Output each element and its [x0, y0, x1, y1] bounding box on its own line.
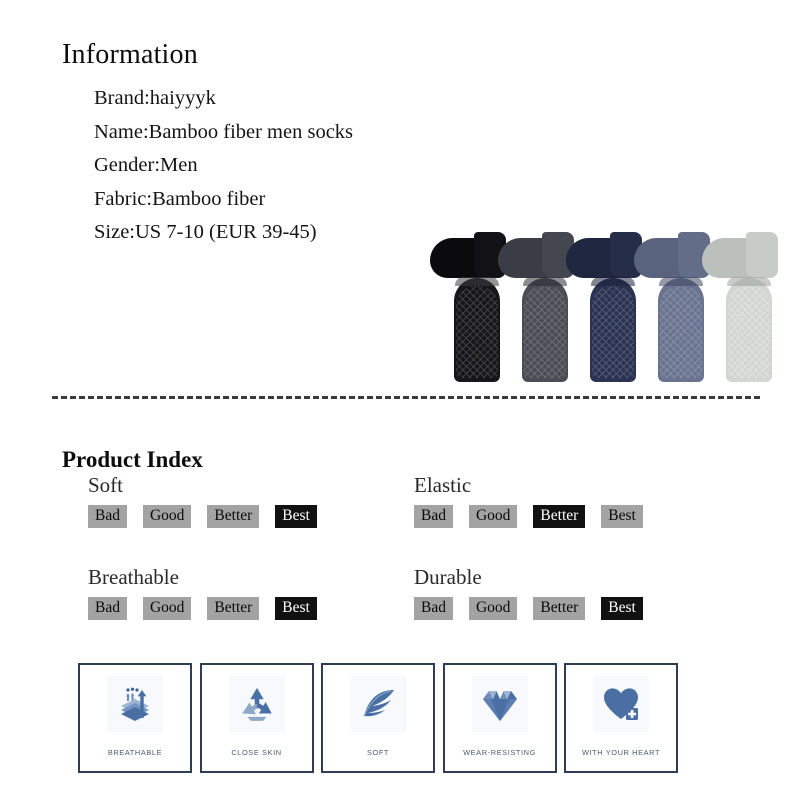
feature-label-wear-resisting: WEAR-RESISTING: [463, 748, 536, 757]
index-title-soft: Soft: [88, 473, 124, 497]
breathable-layers-icon: [107, 676, 163, 732]
feather-icon: [350, 676, 406, 732]
index-item-soft: Soft Bad Good Better Best: [88, 473, 418, 528]
feature-label-with-your-heart: WITH YOUR HEART: [581, 748, 661, 757]
product-index-grid: Soft Bad Good Better Best Elastic Bad Go…: [0, 473, 800, 657]
index-chip-soft-best[interactable]: Best: [275, 505, 317, 528]
recycle-icon: [228, 676, 285, 732]
heart-plus-icon: [593, 676, 649, 732]
info-line-brand: Brand:haiyyyk: [94, 87, 216, 109]
feature-card-wear-resisting[interactable]: WEAR-RESISTING: [442, 663, 557, 773]
index-scale-durable: Bad Good Better Best: [414, 597, 744, 620]
info-line-size: Size:US 7-10 (EUR 39-45): [94, 221, 317, 243]
index-scale-elastic: Bad Good Better Best: [414, 505, 744, 528]
index-chip-durable-better[interactable]: Better: [533, 597, 586, 620]
index-chip-elastic-best[interactable]: Best: [601, 505, 643, 528]
information-list: Brand:haiyyyk Name:Bamboo fiber men sock…: [94, 82, 434, 250]
index-chip-breathable-best[interactable]: Best: [275, 597, 317, 620]
index-chip-elastic-good[interactable]: Good: [468, 505, 518, 528]
feature-cards-row: BREATHABLE CLOSE SKIN SOFT WEAR-RESISTIN…: [78, 663, 678, 775]
feature-card-breathable[interactable]: BREATHABLE: [78, 663, 192, 773]
index-chip-durable-best[interactable]: Best: [601, 597, 643, 620]
dashed-divider: [52, 396, 760, 399]
feature-card-soft[interactable]: SOFT: [321, 663, 435, 773]
index-scale-soft: Bad Good Better Best: [88, 505, 418, 528]
information-heading: Information: [62, 38, 198, 70]
info-line-fabric: Fabric:Bamboo fiber: [94, 187, 266, 210]
product-photo-socks: [424, 112, 778, 382]
feature-label-close-skin: CLOSE SKIN: [231, 748, 282, 757]
index-chip-durable-good[interactable]: Good: [468, 597, 518, 620]
feature-card-close-skin[interactable]: CLOSE SKIN: [199, 663, 314, 773]
index-chip-elastic-better[interactable]: Better: [533, 505, 586, 528]
index-item-elastic: Elastic Bad Good Better Best: [414, 473, 744, 528]
index-title-breathable: Breathable: [88, 565, 179, 589]
index-title-durable: Durable: [414, 565, 482, 589]
index-chip-durable-bad[interactable]: Bad: [414, 597, 453, 620]
index-scale-breathable: Bad Good Better Best: [88, 597, 418, 620]
index-chip-soft-better[interactable]: Better: [207, 505, 260, 528]
index-chip-breathable-better[interactable]: Better: [207, 597, 260, 620]
index-row-2: Breathable Bad Good Better Best Durable …: [0, 565, 800, 657]
product-index-heading: Product Index: [62, 447, 203, 473]
index-row-1: Soft Bad Good Better Best Elastic Bad Go…: [0, 473, 800, 565]
index-chip-elastic-bad[interactable]: Bad: [414, 505, 453, 528]
index-chip-breathable-bad[interactable]: Bad: [88, 597, 127, 620]
feature-label-breathable: BREATHABLE: [107, 748, 163, 757]
feature-card-with-your-heart[interactable]: WITH YOUR HEART: [564, 663, 678, 773]
feature-label-soft: SOFT: [366, 748, 390, 757]
index-title-elastic: Elastic: [414, 473, 472, 497]
diamond-icon: [471, 676, 528, 732]
index-chip-soft-good[interactable]: Good: [142, 505, 192, 528]
index-item-durable: Durable Bad Good Better Best: [414, 565, 744, 620]
info-line-gender: Gender:Men: [94, 154, 198, 176]
index-chip-breathable-good[interactable]: Good: [142, 597, 192, 620]
information-section: Information Brand:haiyyyk Name:Bamboo fi…: [0, 0, 800, 382]
info-line-name: Name:Bamboo fiber men socks: [94, 120, 354, 143]
index-item-breathable: Breathable Bad Good Better Best: [88, 565, 418, 620]
index-chip-soft-bad[interactable]: Bad: [88, 505, 127, 528]
